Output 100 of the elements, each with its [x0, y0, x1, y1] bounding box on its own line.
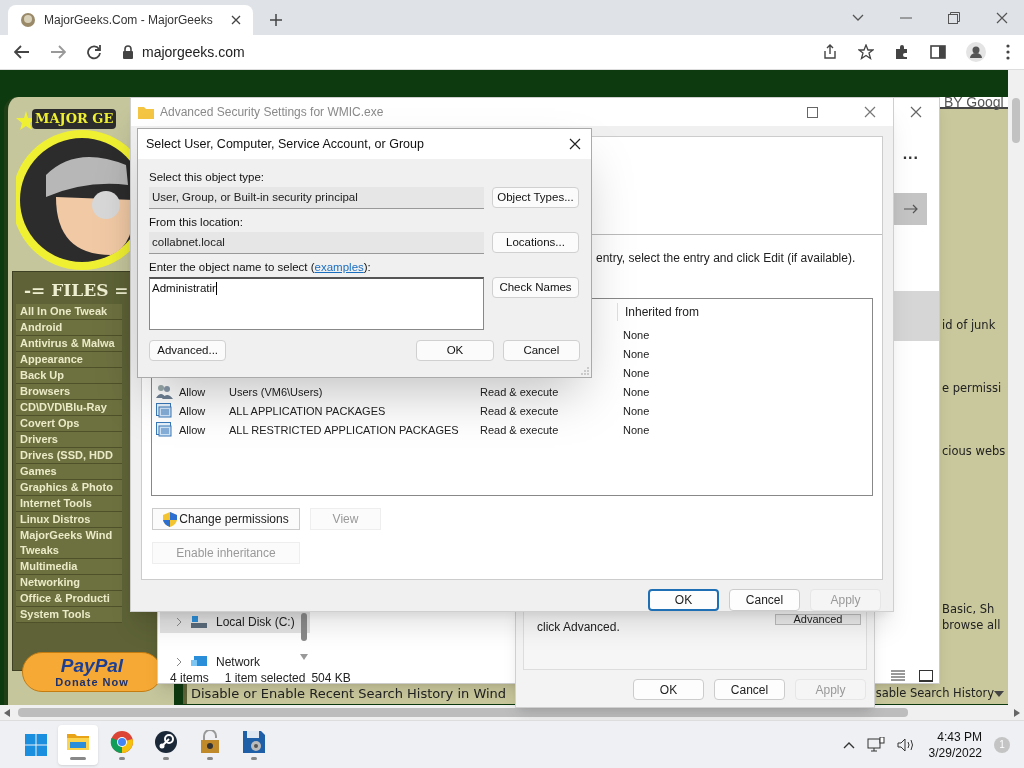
category-link[interactable]: CD\DVD\Blu-Ray: [16, 400, 122, 416]
category-link[interactable]: Networking: [16, 575, 122, 591]
category-link[interactable]: MajorGeeks Wind Tweaks: [16, 528, 122, 559]
advanced-button[interactable]: Advanced...: [149, 340, 227, 361]
network-icon[interactable]: [866, 736, 885, 753]
table-cell: Users (VM6\Users): [229, 385, 323, 398]
maximize-icon[interactable]: [807, 106, 818, 118]
category-link[interactable]: System Tools: [16, 607, 122, 623]
table-cell: Read & execute: [480, 404, 559, 417]
chevron-right-icon: [176, 657, 182, 667]
change-permissions-button[interactable]: Change permissions: [152, 508, 300, 531]
category-link[interactable]: Back Up: [16, 368, 122, 384]
profile-icon[interactable]: [966, 42, 986, 62]
table-cell: ALL RESTRICTED APPLICATION PACKAGES: [229, 423, 459, 436]
object-types-button[interactable]: Object Types...: [492, 187, 579, 208]
close-icon[interactable]: [231, 15, 241, 25]
ok-button[interactable]: OK: [633, 679, 704, 700]
details-view-icon[interactable]: [891, 670, 905, 682]
ok-button[interactable]: OK: [648, 589, 719, 611]
category-link[interactable]: Android: [16, 320, 122, 336]
browser-icon: [110, 729, 134, 754]
scroll-left-icon[interactable]: [4, 708, 10, 717]
forward-icon[interactable]: [50, 45, 66, 59]
chevron-down-icon[interactable]: [852, 13, 864, 22]
object-name-field[interactable]: Administratir: [149, 277, 484, 330]
puzzle-icon[interactable]: [894, 44, 910, 60]
users-icon: [156, 384, 173, 400]
check-names-button[interactable]: Check Names: [492, 277, 579, 298]
advanced-button[interactable]: Advanced: [775, 614, 861, 625]
cancel-button[interactable]: Cancel: [714, 679, 785, 700]
restore-icon[interactable]: [948, 11, 960, 24]
locations-button[interactable]: Locations...: [492, 232, 579, 253]
category-link[interactable]: All In One Tweak: [16, 304, 122, 320]
article-text: e permissi: [942, 380, 1002, 397]
table-cell: Read & execute: [480, 423, 559, 436]
window-title: Advanced Security Settings for WMIC.exe: [160, 104, 384, 122]
category-link[interactable]: Covert Ops: [16, 416, 122, 432]
resize-grip-icon[interactable]: [581, 367, 589, 375]
readonly-field: User, Group, or Built-in security principal: [149, 187, 484, 209]
category-link[interactable]: Internet Tools: [16, 496, 122, 512]
table-cell-text: None: [623, 327, 650, 343]
scroll-down-icon[interactable]: [300, 654, 308, 660]
table-cell: Allow: [179, 385, 206, 398]
cancel-button[interactable]: Cancel: [502, 340, 580, 361]
nav-label: Local Disk (C:): [216, 614, 295, 631]
table-cell: ALL APPLICATION PACKAGES: [229, 404, 386, 417]
scroll-right-icon[interactable]: [1014, 708, 1020, 717]
paypal-text: PayPal: [60, 656, 124, 676]
sidebar-icon[interactable]: [930, 44, 946, 60]
time-text: 4:43 PM: [937, 728, 982, 745]
table-cell: Allow: [179, 423, 206, 436]
column-header[interactable]: Inherited from: [617, 303, 700, 322]
folder-icon: [138, 105, 154, 119]
category-link[interactable]: Linux Distros: [16, 512, 122, 528]
category-link[interactable]: Office & Producti: [16, 591, 122, 607]
scrollbar-thumb[interactable]: [18, 708, 908, 717]
field-label: Enter the object name to select (examples):: [149, 260, 372, 275]
network-icon: [190, 655, 208, 669]
back-icon[interactable]: [14, 45, 30, 59]
shield-icon: [163, 511, 178, 527]
package-icon: [156, 422, 173, 438]
article-link[interactable]: Disable or Enable Recent Search History in Wind: [187, 684, 507, 704]
cancel-button[interactable]: Cancel: [729, 589, 800, 611]
category-link[interactable]: Drivers: [16, 432, 122, 448]
url-field[interactable]: majorgeeks.com: [142, 41, 245, 63]
volume-icon[interactable]: [896, 737, 915, 752]
table-cell-text: None: [623, 403, 650, 419]
category-link[interactable]: Multimedia: [16, 559, 122, 575]
table-cell-text: None: [623, 422, 650, 438]
date-text: 3/29/2022: [928, 744, 982, 761]
browser-tab[interactable]: MajorGeeks.Com - MajorGeeks: [8, 5, 253, 35]
reload-icon[interactable]: [86, 44, 102, 60]
table-cell: Read & execute: [480, 385, 559, 398]
scrollbar-thumb[interactable]: [1012, 98, 1020, 143]
chevron-up-icon[interactable]: [842, 740, 855, 749]
more-icon[interactable]: [1006, 44, 1010, 60]
new-tab-icon[interactable]: [269, 13, 283, 27]
padlock-icon: [198, 729, 222, 754]
article-text: cious webs: [942, 443, 1006, 460]
article-link[interactable]: sable Search History: [875, 685, 994, 703]
close-icon[interactable]: [569, 138, 581, 150]
category-link[interactable]: Graphics & Photo: [16, 480, 122, 496]
donate-text: Donate Now: [55, 676, 129, 688]
status-text: 504 KB: [311, 670, 351, 687]
tiles-view-icon[interactable]: [919, 670, 933, 682]
share-icon[interactable]: [822, 44, 838, 60]
nav-item[interactable]: Network: [160, 651, 310, 673]
category-link[interactable]: Appearance: [16, 352, 122, 368]
category-link[interactable]: Antivirus & Malwa: [16, 336, 122, 352]
more-button[interactable]: ...: [902, 142, 919, 166]
ok-button[interactable]: OK: [416, 340, 494, 361]
scrollbar-thumb[interactable]: [301, 613, 307, 641]
star-icon[interactable]: [858, 44, 874, 60]
category-link[interactable]: Browsers: [16, 384, 122, 400]
category-link[interactable]: Drives (SSD, HDD: [16, 448, 122, 464]
examples-link[interactable]: examples: [314, 261, 364, 273]
clock[interactable]: 4:43 PM 3/29/2022: [928, 728, 982, 761]
category-link[interactable]: Games: [16, 464, 122, 480]
favicon-icon: [20, 12, 36, 28]
caret-down-icon[interactable]: [994, 691, 1004, 697]
